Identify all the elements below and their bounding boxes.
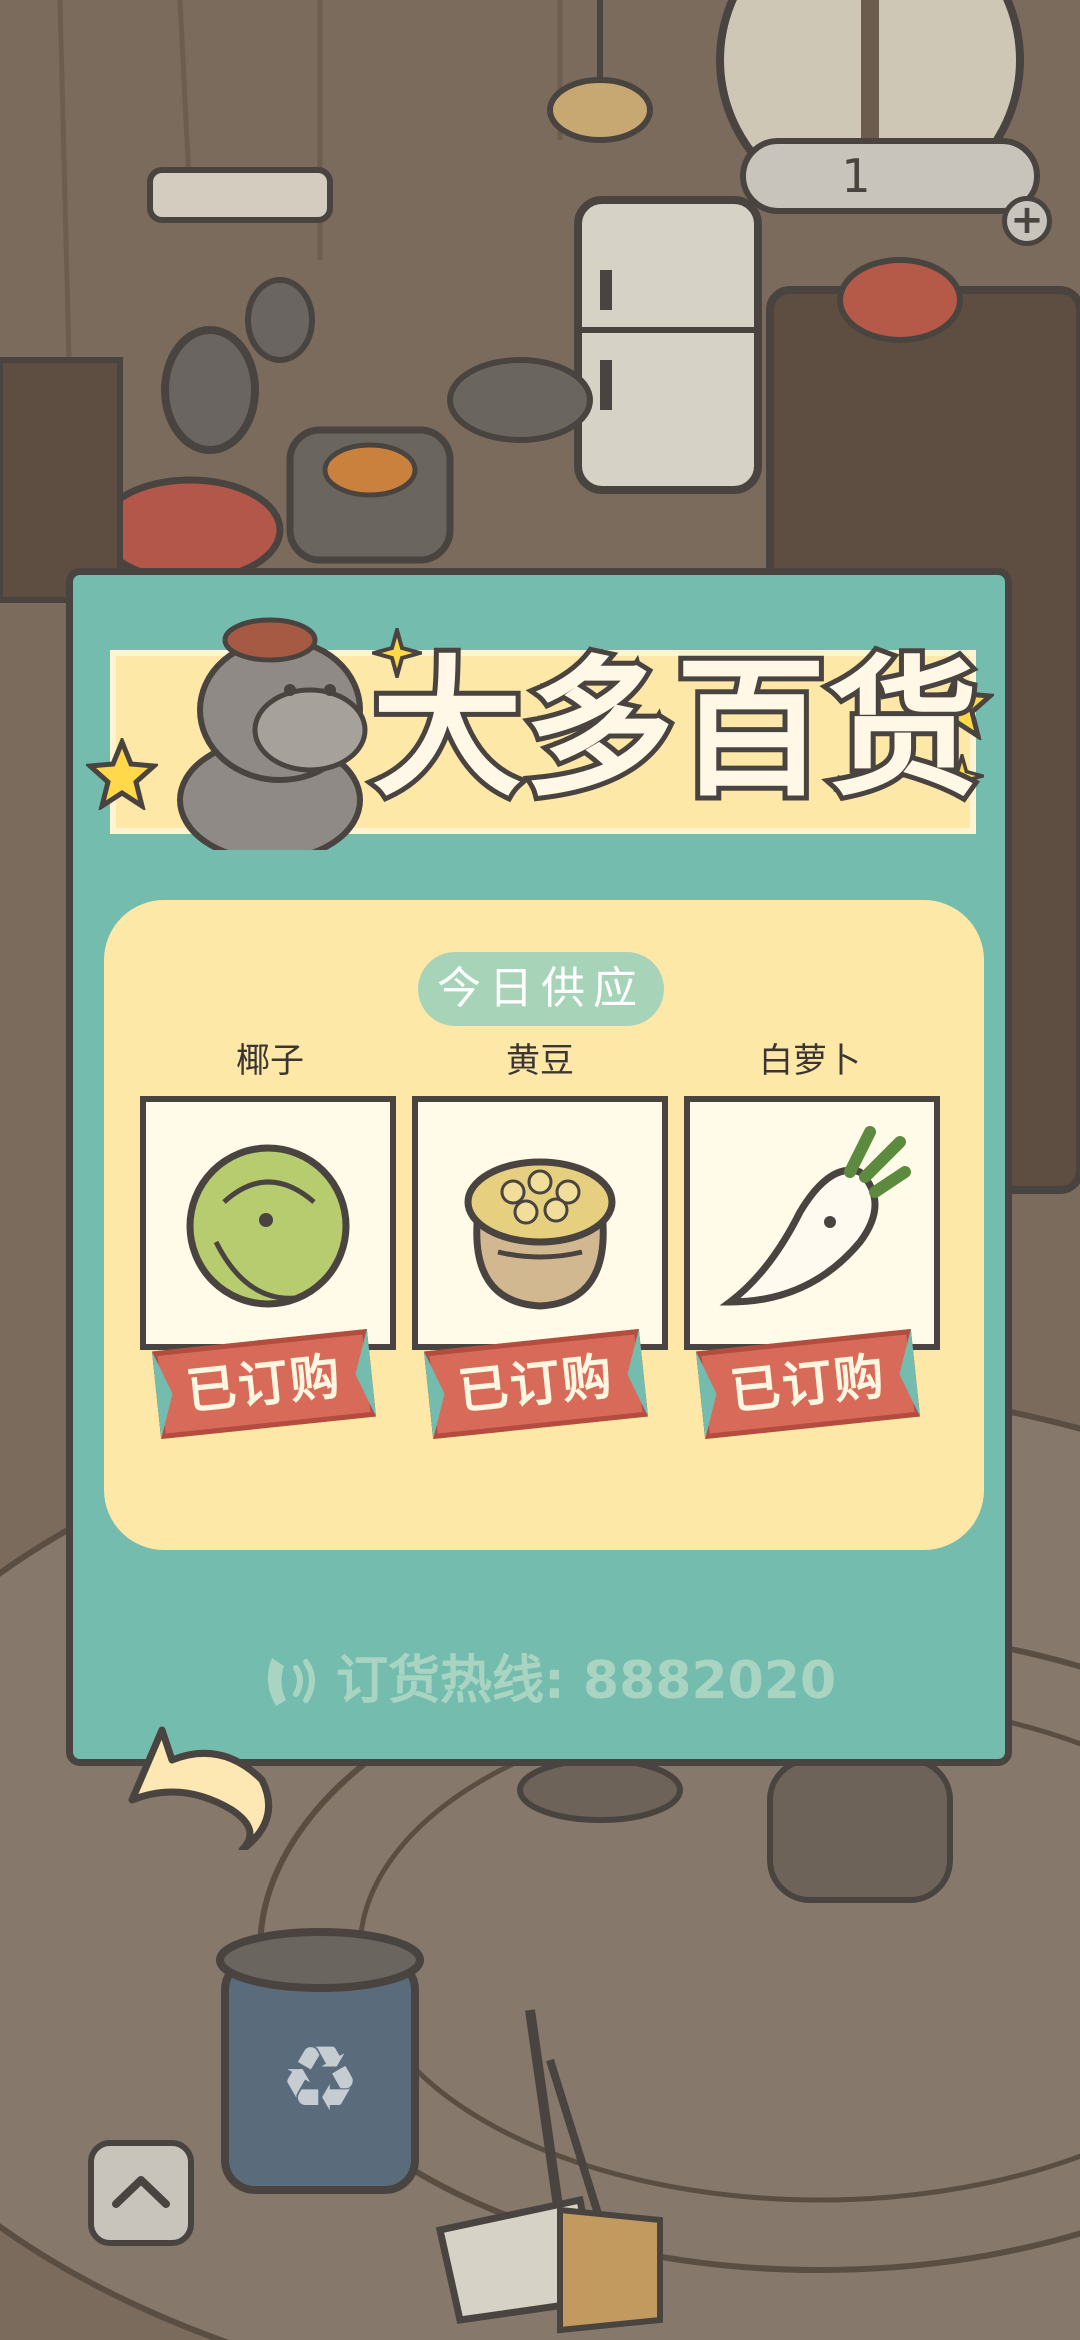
back-arrow-button[interactable] xyxy=(122,1700,282,1850)
order-hotline: 订货热线: 8882020 xyxy=(336,1651,837,1711)
item-name-soybean: 黄豆 xyxy=(506,1041,574,1081)
soybean-sack-icon xyxy=(464,1158,616,1310)
daikon-radish-icon xyxy=(719,1126,911,1306)
svg-text:♻: ♻ xyxy=(280,2027,361,2132)
item-name-radish: 白萝卜 xyxy=(759,1041,861,1081)
coconut-icon xyxy=(186,1144,350,1308)
expand-menu-button[interactable] xyxy=(88,2140,194,2246)
item-card-radish[interactable] xyxy=(684,1096,940,1350)
today-supply-label: 今日供应 xyxy=(418,952,664,1026)
shop-title: 大多百货 xyxy=(367,638,983,822)
hippo-mascot-icon xyxy=(177,617,368,850)
counter-value: 1 xyxy=(841,149,871,203)
item-card-soybean[interactable] xyxy=(412,1096,668,1350)
chevron-up-icon xyxy=(112,2176,170,2208)
add-button[interactable]: + xyxy=(1002,196,1052,246)
gift-counter[interactable]: 1 xyxy=(740,138,1040,214)
item-card-coconut[interactable] xyxy=(140,1096,396,1350)
item-name-coconut: 椰子 xyxy=(236,1041,304,1081)
star-icon xyxy=(86,738,158,810)
